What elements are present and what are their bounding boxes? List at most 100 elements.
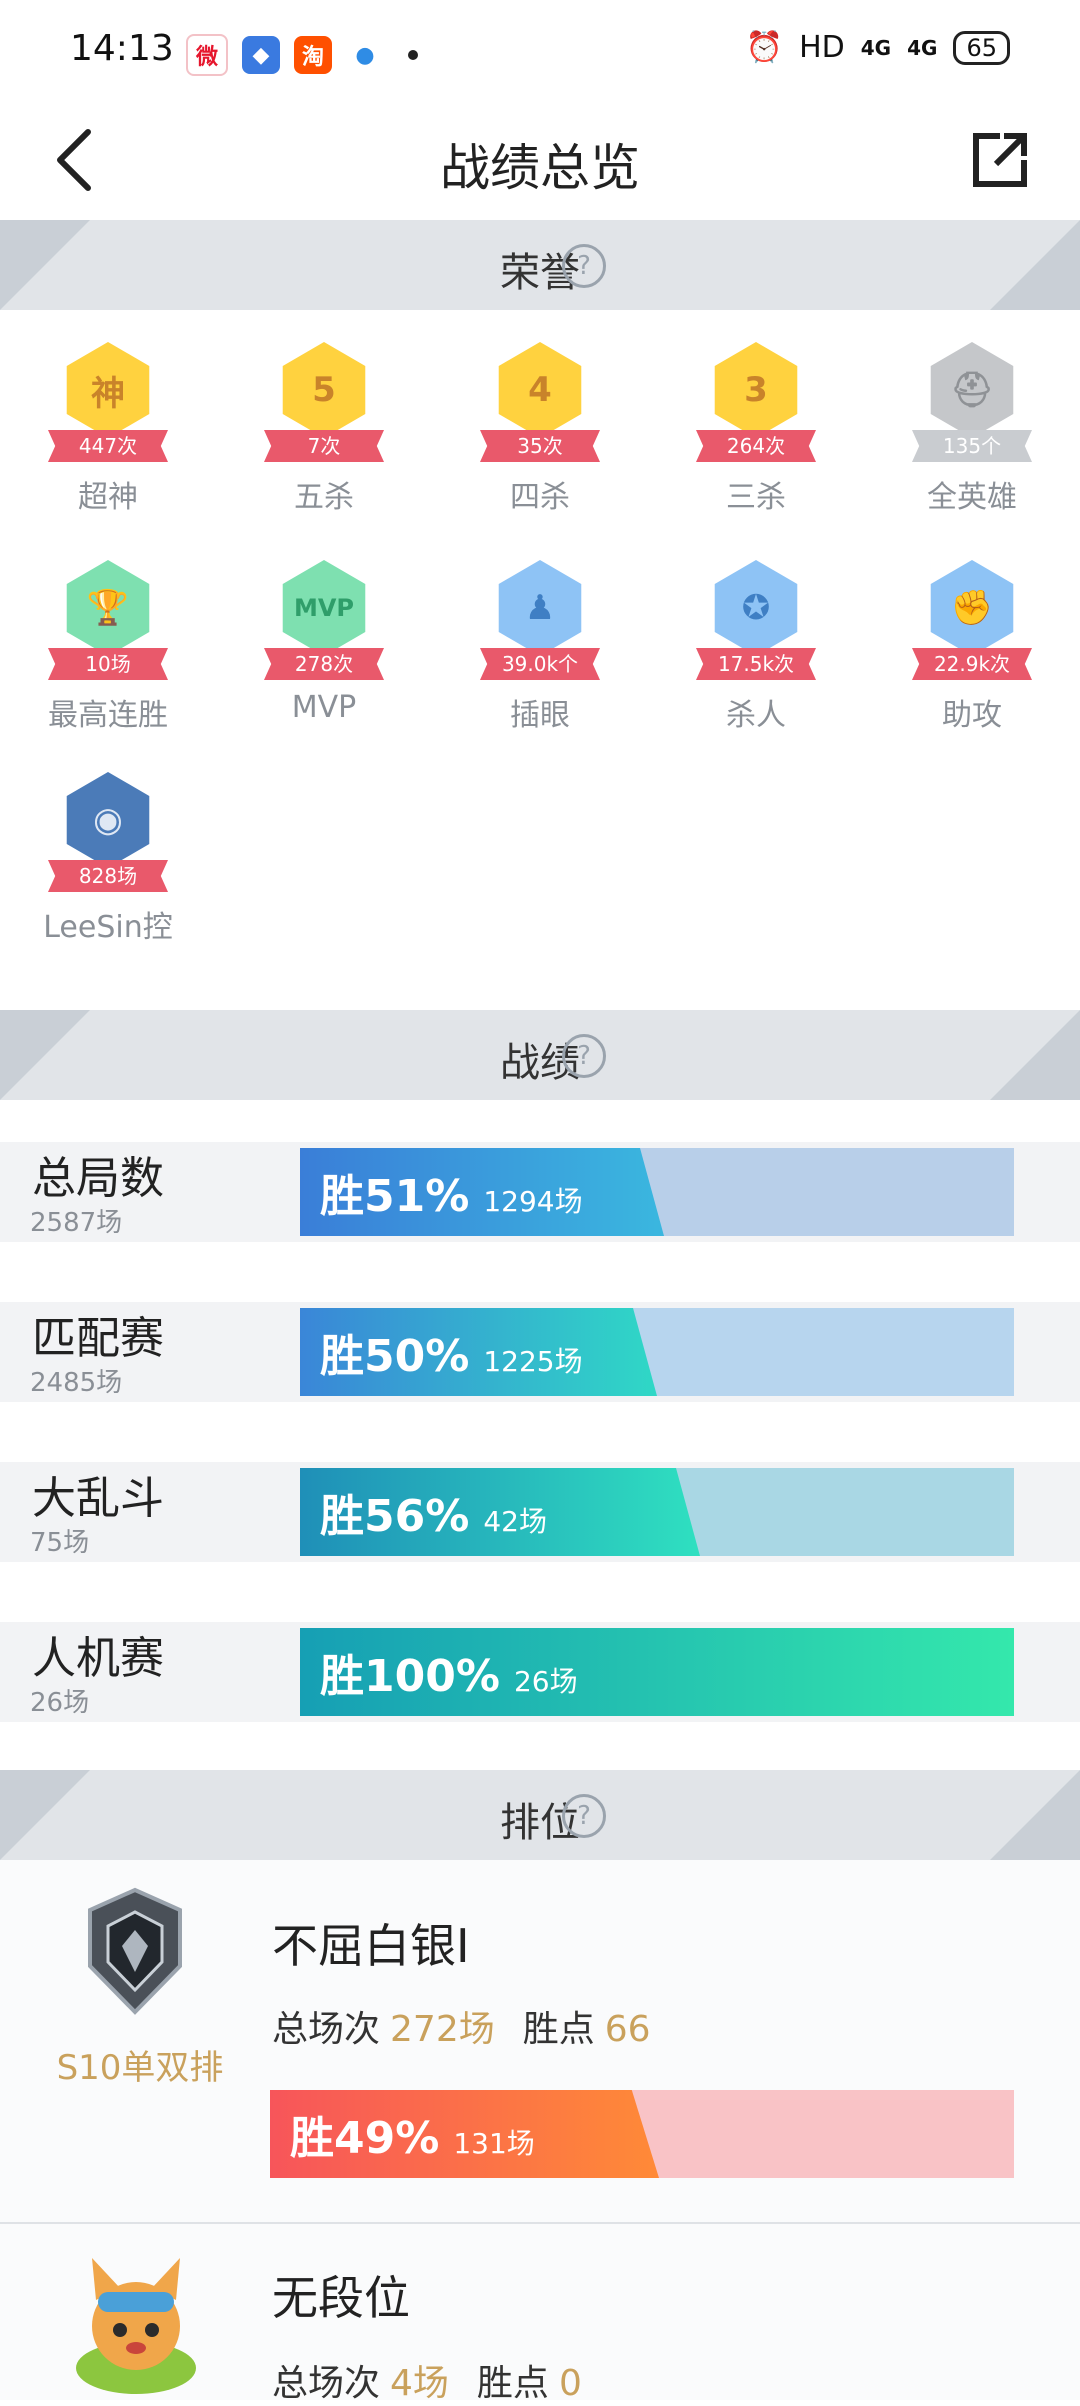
honor-badge-icon: MVP (282, 560, 366, 656)
notification-icons: 微 ◆ 淘 ● (186, 34, 418, 76)
hd-label: HD (799, 30, 845, 65)
winrate-bar: 胜56% 42场 (300, 1468, 1014, 1556)
rank-wins: 131场 (453, 2127, 535, 2160)
honor-badge-icon: 神 (66, 342, 150, 438)
honor-label: 杀人 (726, 698, 786, 733)
record-total-games: 2485场 (30, 1368, 123, 1398)
record-row[interactable]: 总局数 2587场 胜51% 1294场 (0, 1142, 1080, 1242)
honor-badge-icon: ⛑ (930, 342, 1014, 438)
rank-tier: 无段位 (272, 2271, 410, 2325)
win-points-label: 胜点 (522, 2009, 595, 2050)
win-points-value: 66 (604, 2009, 651, 2050)
share-icon[interactable] (960, 120, 1040, 200)
record-row[interactable]: 人机赛 26场 胜100% 26场 (0, 1622, 1080, 1722)
wins-count: 26场 (513, 1665, 578, 1698)
rank-summary: 总场次 4场 胜点 0 (272, 2354, 610, 2406)
honor-label: 插眼 (510, 698, 570, 733)
rank-card-solo[interactable]: S10单双排 不屈白银Ⅰ 总场次 272场 胜点 66 胜49% 131场 (0, 1860, 1080, 2222)
winrate-bar: 胜50% 1225场 (300, 1308, 1014, 1396)
rank-tier: 不屈白银Ⅰ (272, 1919, 470, 1973)
honor-item[interactable]: ✊ 22.9k次 助攻 (872, 560, 1072, 760)
honor-item[interactable]: ✪ 17.5k次 杀人 (656, 560, 856, 760)
honor-item[interactable]: 3 264次 三杀 (656, 342, 856, 542)
help-icon[interactable]: ? (562, 244, 606, 288)
honor-count: 447次 (48, 430, 168, 462)
honor-count: 10场 (48, 648, 168, 680)
total-games-label: 总场次 (272, 2363, 381, 2404)
honor-item[interactable]: ♟ 39.0k个 插眼 (440, 560, 640, 760)
rank-mode-label: S10单双排 (56, 2048, 224, 2088)
honor-item[interactable]: ⛑ 135个 全英雄 (872, 342, 1072, 542)
honor-count: 278次 (264, 648, 384, 680)
honor-label: 五杀 (294, 480, 354, 515)
system-icons: ⏰ HD 4G 4G 65 (746, 30, 1010, 65)
record-row[interactable]: 匹配赛 2485场 胜50% 1225场 (0, 1302, 1080, 1402)
honor-item[interactable]: 5 7次 五杀 (224, 342, 424, 542)
honor-item[interactable]: 4 35次 四杀 (440, 342, 640, 542)
winrate-label: 胜51% (320, 1171, 470, 1222)
winrate-text: 胜100% 26场 (320, 1640, 578, 1704)
honor-label: MVP (291, 690, 357, 725)
honor-item[interactable]: 🏆 10场最高连胜 (8, 560, 208, 760)
cat-mascot-icon (76, 2258, 196, 2394)
record-mode-name: 匹配赛 (32, 1313, 164, 1364)
total-games-value: 4场 (390, 2363, 449, 2404)
status-bar: 14:13 微 ◆ 淘 ● ⏰ HD 4G 4G 65 (0, 0, 1080, 100)
record-section-title: 战绩 (500, 1040, 580, 1086)
page-title: 战绩总览 (440, 139, 640, 197)
record-mode-name: 大乱斗 (32, 1473, 164, 1524)
honor-count: 17.5k次 (696, 648, 816, 680)
battery-icon: 65 (953, 30, 1010, 65)
honor-badge-icon: 3 (714, 342, 798, 438)
winrate-label: 胜100% (320, 1651, 500, 1702)
signal-icon-2: 4G (907, 35, 938, 60)
signal-icon: 4G (860, 35, 892, 60)
app-header: 战绩总览 (0, 100, 1080, 220)
record-section-header: 战绩 ? (0, 1010, 1080, 1100)
help-icon[interactable]: ? (562, 1034, 606, 1078)
help-icon[interactable]: ? (562, 1794, 606, 1838)
honor-count: 135个 (912, 430, 1032, 462)
status-time: 14:13 (70, 28, 174, 69)
record-row[interactable]: 大乱斗 75场 胜56% 42场 (0, 1462, 1080, 1562)
honor-count: 264次 (696, 430, 816, 462)
honor-section-title: 荣誉 (500, 250, 580, 296)
taobao-icon: 淘 (294, 36, 332, 74)
honor-badge-icon: ♟ (498, 560, 582, 656)
honor-label: LeeSin控 (43, 910, 173, 945)
weibo-icon: 微 (186, 34, 228, 76)
rank-section-header: 排位 ? (0, 1770, 1080, 1860)
honor-badge-icon: ✊ (930, 560, 1014, 656)
record-total-games: 26场 (30, 1688, 90, 1718)
total-games-label: 总场次 (272, 2009, 381, 2050)
total-games-value: 272场 (390, 2009, 495, 2050)
app-dot-icon: ● (346, 36, 384, 74)
honor-badge-icon: ✪ (714, 560, 798, 656)
honor-item[interactable]: 神 447次超神 (8, 342, 208, 542)
winrate-text: 胜51% 1294场 (320, 1160, 583, 1224)
rank-summary: 总场次 272场 胜点 66 (272, 2000, 679, 2052)
honor-badge-icon: 🏆 (66, 560, 150, 656)
silver-rank-emblem-icon (88, 1887, 182, 2015)
record-mode-name: 总局数 (32, 1153, 164, 1204)
wins-count: 1225场 (483, 1345, 583, 1378)
winrate-bar: 胜51% 1294场 (300, 1148, 1014, 1236)
honor-count: 39.0k个 (480, 648, 600, 680)
honor-label: 最高连胜 (48, 698, 168, 733)
honor-count: 22.9k次 (912, 648, 1032, 680)
winrate-label: 胜50% (320, 1331, 470, 1382)
rank-card-unranked[interactable]: 无段位 总场次 4场 胜点 0 (0, 2224, 1080, 2404)
winrate-bar: 胜100% 26场 (300, 1628, 1014, 1716)
rank-section-title: 排位 (500, 1800, 580, 1846)
honor-item[interactable]: ◉ 828场 LeeSin控 (8, 772, 208, 972)
honor-count: 7次 (264, 430, 384, 462)
honor-label: 超神 (78, 480, 138, 515)
honor-item[interactable]: MVP 278次 MVP (224, 560, 424, 760)
more-notifications-icon (408, 50, 418, 60)
honor-count: 35次 (480, 430, 600, 462)
winrate-text: 胜56% 42场 (320, 1480, 547, 1544)
wins-count: 42场 (483, 1505, 547, 1538)
record-mode-name: 人机赛 (32, 1633, 164, 1684)
honor-section-header: 荣誉 ? (0, 220, 1080, 310)
record-total-games: 2587场 (30, 1208, 123, 1238)
